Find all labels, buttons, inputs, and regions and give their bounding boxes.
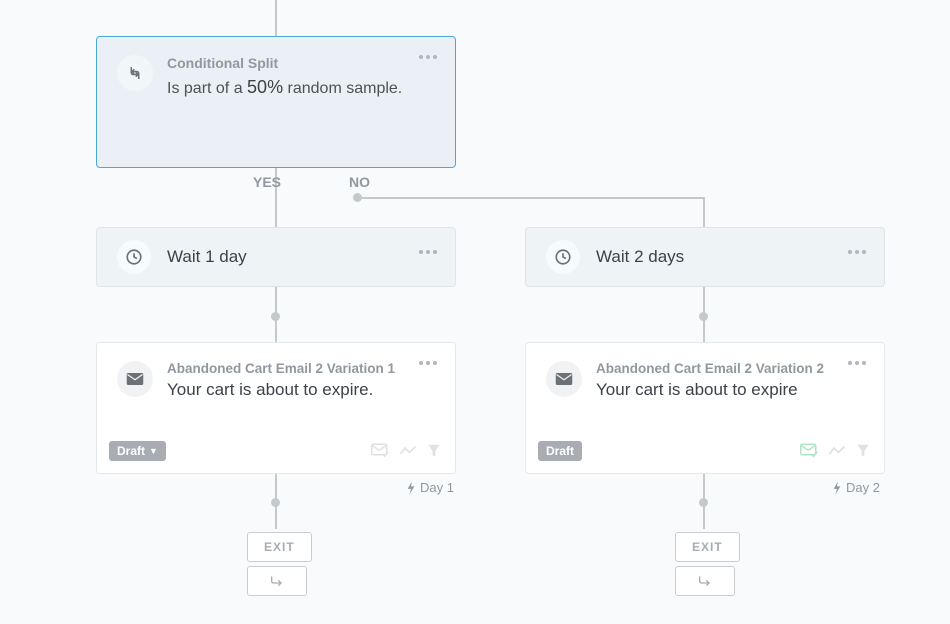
status-badge[interactable]: Draft ▼	[109, 441, 166, 461]
more-button[interactable]	[419, 55, 437, 59]
flow-canvas[interactable]: YES NO Conditional Split Is part of a 50…	[0, 0, 950, 624]
card-footer-icons	[800, 443, 870, 459]
more-button[interactable]	[419, 250, 437, 254]
connector-node	[699, 312, 708, 321]
split-desc-suffix: random sample.	[283, 80, 402, 97]
more-button[interactable]	[848, 250, 866, 254]
add-branch-button-right[interactable]	[675, 566, 735, 596]
more-button[interactable]	[419, 361, 437, 365]
connector-node	[699, 498, 708, 507]
email-icon	[117, 361, 153, 397]
connector-node	[353, 193, 362, 202]
email-subject: Your cart is about to expire.	[167, 380, 395, 400]
wait-text: Wait 1 day	[167, 247, 247, 267]
email-title: Abandoned Cart Email 2 Variation 2	[596, 361, 824, 376]
more-button[interactable]	[848, 361, 866, 365]
branch-label-yes: YES	[253, 174, 281, 190]
status-text: Draft	[546, 444, 574, 458]
connector-line	[275, 0, 277, 36]
connector-node	[271, 498, 280, 507]
wait-card-left[interactable]: Wait 1 day	[96, 227, 456, 287]
connector-line	[357, 197, 705, 199]
status-text: Draft	[117, 444, 145, 458]
email-title: Abandoned Cart Email 2 Variation 1	[167, 361, 395, 376]
status-badge: Draft	[538, 441, 582, 461]
conditional-split-card[interactable]: Conditional Split Is part of a 50% rando…	[96, 36, 456, 168]
branch-icon	[697, 574, 713, 588]
exit-button-right[interactable]: EXIT	[675, 532, 740, 562]
branch-icon	[269, 574, 285, 588]
card-footer-icons	[371, 443, 441, 459]
bolt-icon	[406, 481, 416, 495]
day-label-right: Day 2	[832, 480, 880, 495]
split-desc-percent: 50%	[247, 77, 283, 97]
day-label-left: Day 1	[406, 480, 454, 495]
day-text: Day 2	[846, 480, 880, 495]
exit-button-left[interactable]: EXIT	[247, 532, 312, 562]
wait-card-right[interactable]: Wait 2 days	[525, 227, 885, 287]
mail-check-icon[interactable]	[371, 443, 389, 459]
split-card-description: Is part of a 50% random sample.	[167, 77, 402, 98]
email-icon	[546, 361, 582, 397]
add-branch-button-left[interactable]	[247, 566, 307, 596]
mail-check-icon[interactable]	[800, 443, 818, 459]
filter-icon[interactable]	[856, 443, 870, 459]
branch-label-no: NO	[349, 174, 370, 190]
split-icon	[117, 55, 153, 91]
email-card-right[interactable]: Abandoned Cart Email 2 Variation 2 Your …	[525, 342, 885, 474]
analytics-icon[interactable]	[399, 444, 417, 458]
chevron-down-icon: ▼	[149, 446, 158, 456]
split-desc-prefix: Is part of a	[167, 80, 247, 97]
filter-icon[interactable]	[427, 443, 441, 459]
day-text: Day 1	[420, 480, 454, 495]
connector-line	[703, 197, 705, 227]
bolt-icon	[832, 481, 842, 495]
split-card-title: Conditional Split	[167, 55, 402, 71]
connector-line	[275, 190, 277, 227]
analytics-icon[interactable]	[828, 444, 846, 458]
wait-text: Wait 2 days	[596, 247, 684, 267]
connector-node	[271, 312, 280, 321]
clock-icon	[117, 240, 151, 274]
clock-icon	[546, 240, 580, 274]
email-subject: Your cart is about to expire	[596, 380, 824, 400]
email-card-left[interactable]: Abandoned Cart Email 2 Variation 1 Your …	[96, 342, 456, 474]
